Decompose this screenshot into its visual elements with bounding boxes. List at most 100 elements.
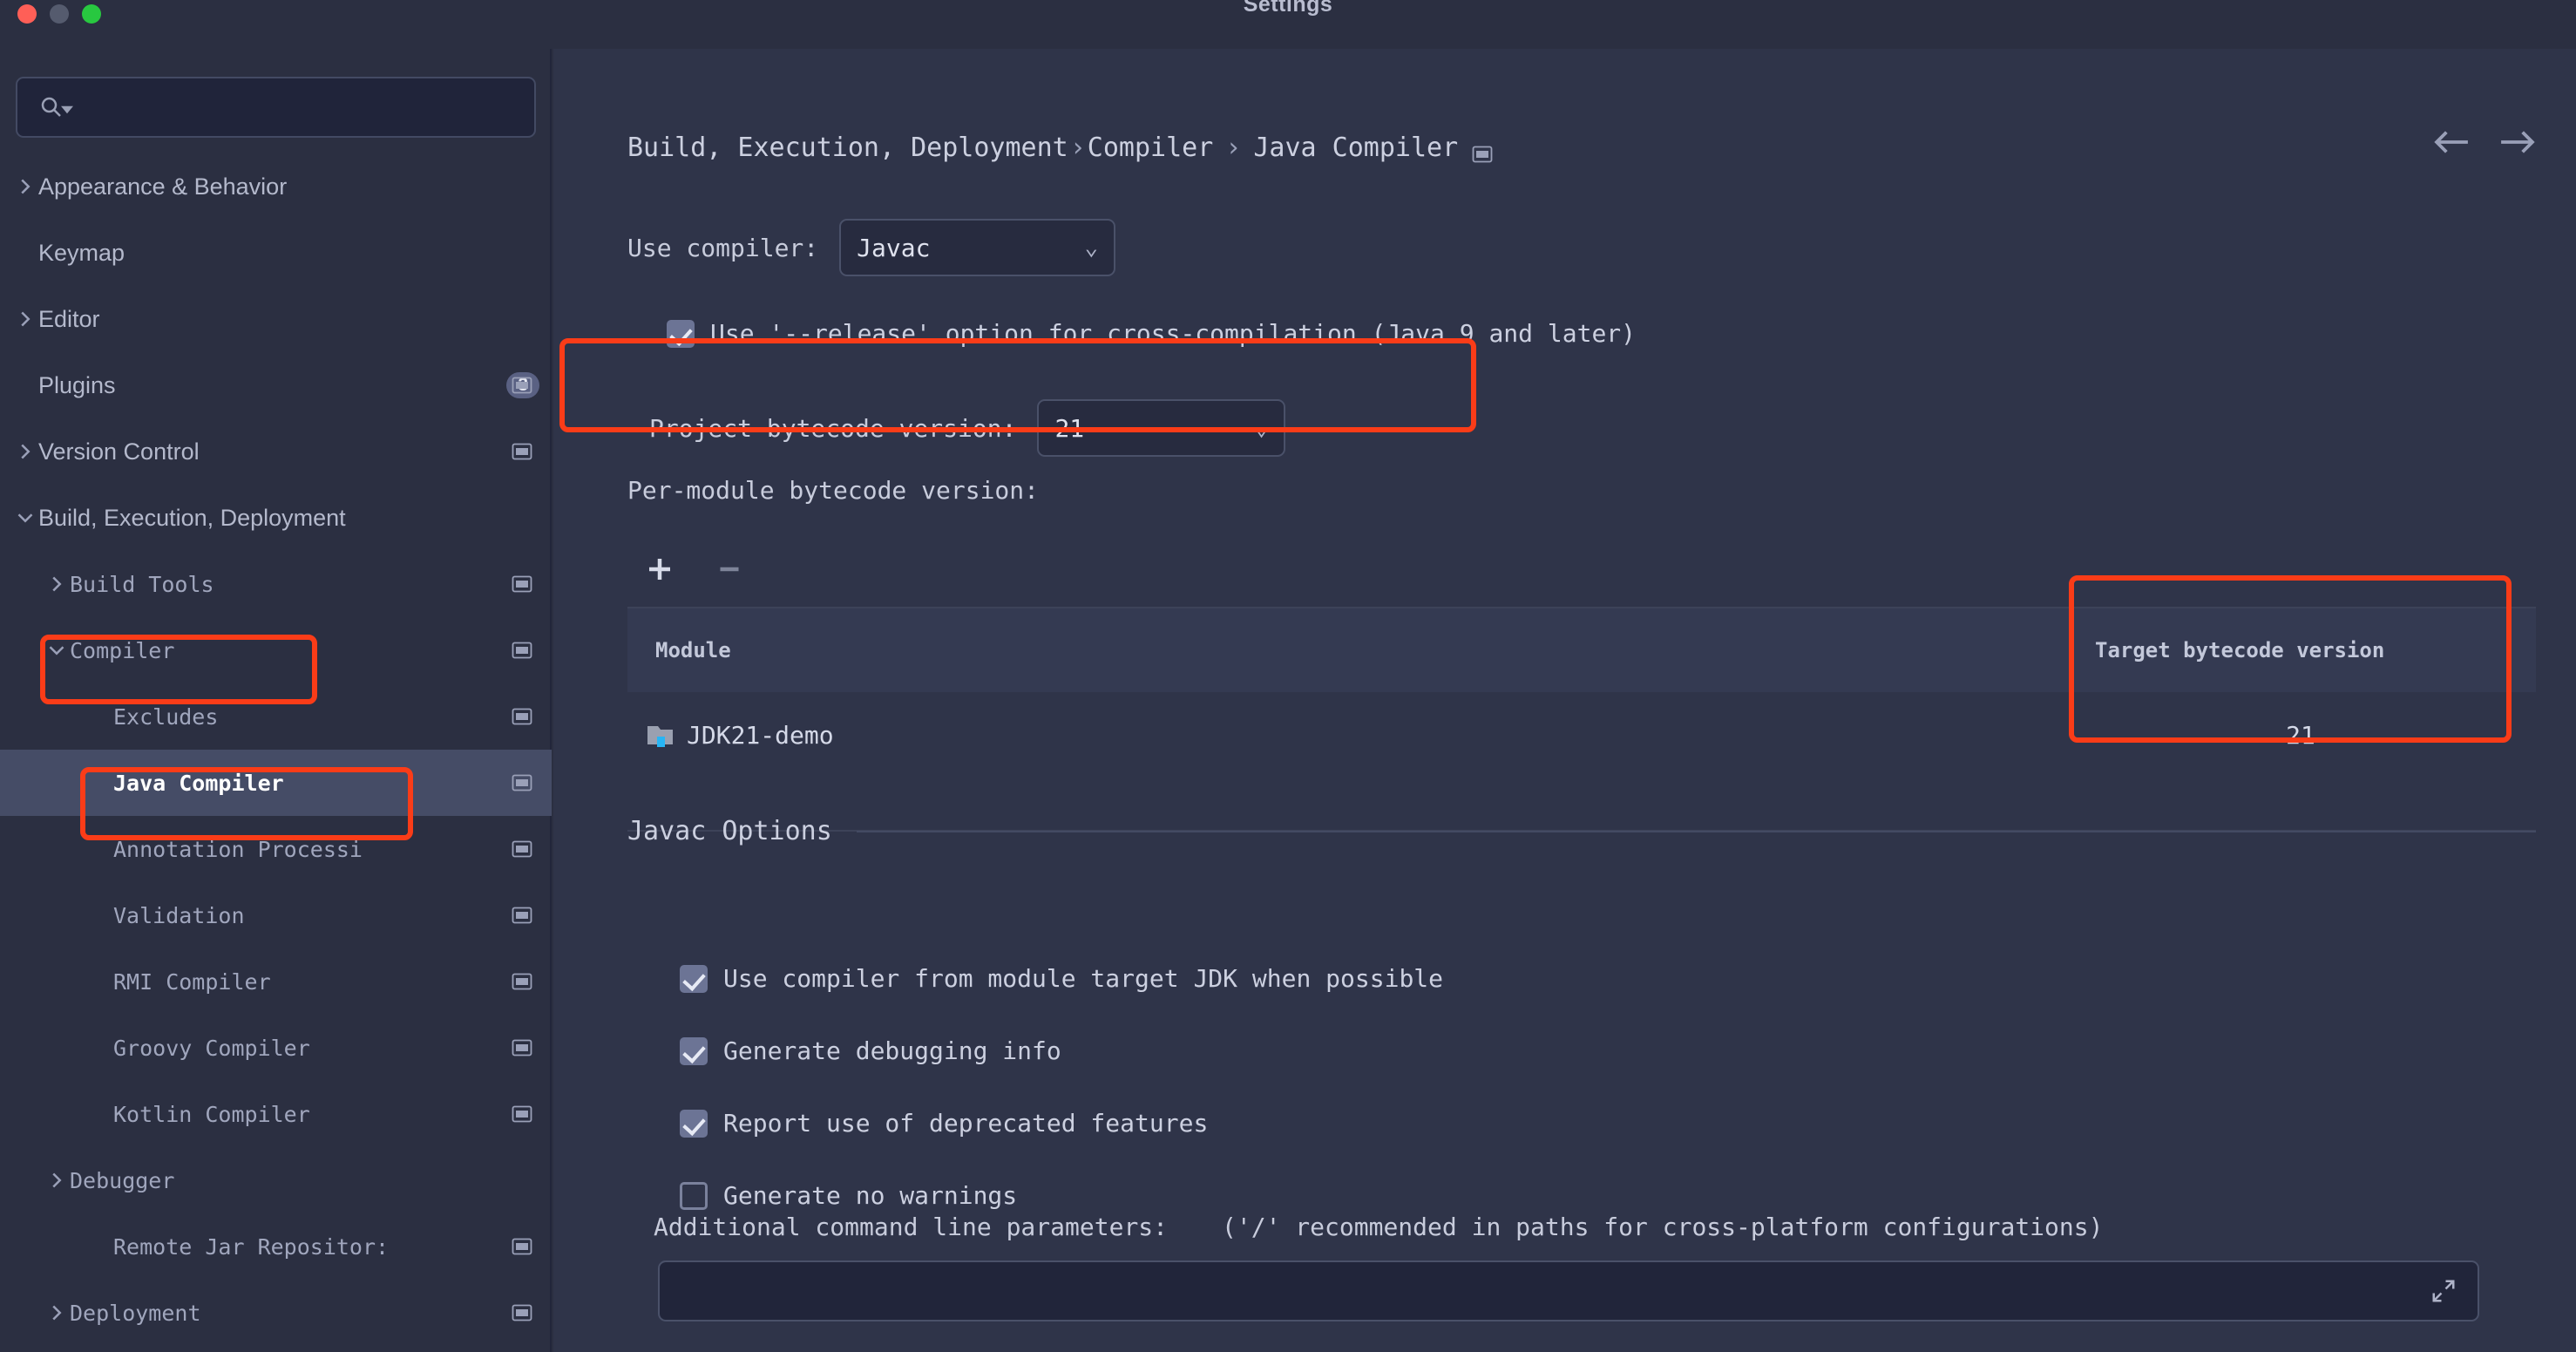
- sidebar-item-label: Groovy Compiler: [113, 1035, 310, 1061]
- title-bar: Settings: [0, 0, 2576, 49]
- project-bytecode-select[interactable]: 21 ⌄: [1037, 399, 1286, 457]
- column-header-module[interactable]: Module: [627, 638, 731, 662]
- sidebar-item-kotlin-compiler[interactable]: Kotlin Compiler: [0, 1081, 552, 1147]
- panel-icon[interactable]: [1472, 139, 1493, 162]
- chevron-right-icon[interactable]: [44, 1172, 70, 1189]
- forward-arrow-icon[interactable]: [2498, 127, 2538, 157]
- panel-icon[interactable]: [512, 907, 532, 924]
- use-compiler-value: Javac: [857, 233, 931, 262]
- javac-options-title: Javac Options: [627, 816, 832, 846]
- settings-sidebar: Appearance & Behavior Keymap Editor Plugins…: [0, 49, 552, 1352]
- table-cell-module: JDK21-demo: [687, 720, 834, 750]
- panel-icon[interactable]: [512, 840, 532, 858]
- additional-params-input[interactable]: [658, 1260, 2479, 1321]
- module-table-toolbar[interactable]: [641, 550, 749, 588]
- sidebar-item-label: Debugger: [70, 1167, 175, 1193]
- release-option-row[interactable]: Use '--release' option for cross-compila…: [667, 319, 1636, 348]
- javac-option-checkbox[interactable]: [680, 1181, 708, 1210]
- sidebar-item-label: Keymap: [38, 239, 125, 266]
- breadcrumb-part-2[interactable]: Compiler: [1088, 132, 1214, 163]
- panel-icon[interactable]: [512, 973, 532, 990]
- chevron-right-icon[interactable]: [44, 575, 70, 593]
- sidebar-item-compiler[interactable]: Compiler: [0, 617, 552, 683]
- sidebar-item-deployment[interactable]: Deployment: [0, 1280, 552, 1346]
- sidebar-item-rmi-compiler[interactable]: RMI Compiler: [0, 948, 552, 1015]
- breadcrumb[interactable]: Build, Execution, Deployment › Compiler …: [627, 132, 1493, 163]
- sidebar-item-plugins[interactable]: Plugins3: [0, 352, 552, 418]
- javac-option-label: Generate no warnings: [723, 1181, 1018, 1210]
- javac-option-label: Generate debugging info: [723, 1036, 1061, 1065]
- sidebar-item-editor[interactable]: Editor: [0, 286, 552, 352]
- search-input[interactable]: [16, 77, 536, 138]
- sidebar-item-annotation-processi[interactable]: Annotation Processi: [0, 816, 552, 882]
- sidebar-item-version-control[interactable]: Version Control: [0, 418, 552, 485]
- chevron-right-icon[interactable]: [12, 178, 38, 195]
- panel-icon[interactable]: [512, 443, 532, 460]
- javac-option-row[interactable]: Generate no warnings: [680, 1181, 1017, 1210]
- panel-icon[interactable]: [512, 575, 532, 593]
- sidebar-item-label: Version Control: [38, 438, 200, 465]
- sidebar-item-groovy-compiler[interactable]: Groovy Compiler: [0, 1015, 552, 1081]
- panel-icon[interactable]: [512, 1304, 532, 1321]
- panel-icon[interactable]: [512, 1039, 532, 1056]
- column-header-target-bytecode[interactable]: Target bytecode version: [2065, 638, 2536, 662]
- chevron-right-icon[interactable]: [44, 1304, 70, 1321]
- per-module-table[interactable]: Module Target bytecode version JDK21-dem…: [627, 607, 2536, 832]
- settings-main-pane: Build, Execution, Deployment › Compiler …: [553, 49, 2576, 1352]
- table-cell-target-bytecode[interactable]: 21: [2065, 721, 2536, 750]
- sidebar-item-appearance-behavior[interactable]: Appearance & Behavior: [0, 153, 552, 220]
- panel-icon[interactable]: [512, 1238, 532, 1255]
- use-compiler-row: Use compiler: Javac ⌄: [627, 219, 1116, 276]
- panel-icon[interactable]: [512, 377, 532, 394]
- per-module-row: Per-module bytecode version:: [627, 476, 1039, 505]
- javac-option-row[interactable]: Generate debugging info: [680, 1036, 1061, 1065]
- module-folder-icon: [647, 723, 676, 747]
- sidebar-item-label: Editor: [38, 305, 100, 332]
- panel-icon[interactable]: [512, 1105, 532, 1123]
- release-option-checkbox[interactable]: [667, 319, 695, 348]
- panel-icon[interactable]: [512, 774, 532, 791]
- chevron-down-icon: ⌄: [1084, 234, 1099, 261]
- chevron-down-icon: ⌄: [1254, 415, 1269, 441]
- back-arrow-icon[interactable]: [2431, 127, 2471, 157]
- javac-option-row[interactable]: Report use of deprecated features: [680, 1109, 1208, 1138]
- sidebar-item-keymap[interactable]: Keymap: [0, 220, 552, 286]
- use-compiler-select[interactable]: Javac ⌄: [839, 219, 1116, 276]
- release-option-label: Use '--release' option for cross-compila…: [710, 319, 1637, 348]
- chevron-down-icon[interactable]: [12, 509, 38, 527]
- breadcrumb-part-1[interactable]: Build, Execution, Deployment: [627, 132, 1068, 163]
- sidebar-item-validation[interactable]: Validation: [0, 882, 552, 948]
- table-row[interactable]: JDK21-demo 21: [627, 692, 2536, 778]
- remove-module-button[interactable]: [710, 550, 749, 588]
- chevron-right-icon[interactable]: [12, 310, 38, 328]
- breadcrumb-separator-1: ›: [1069, 132, 1086, 163]
- project-bytecode-row: Project bytecode version: 21 ⌄: [649, 399, 1286, 457]
- sidebar-item-java-compiler[interactable]: Java Compiler: [0, 750, 552, 816]
- sidebar-item-build-tools[interactable]: Build Tools: [0, 551, 552, 617]
- panel-icon[interactable]: [512, 708, 532, 725]
- javac-option-checkbox[interactable]: [680, 1036, 708, 1065]
- sidebar-item-label: Plugins: [38, 371, 116, 398]
- sidebar-item-label: Remote Jar Repositor:: [113, 1233, 390, 1260]
- sidebar-item-debugger[interactable]: Debugger: [0, 1147, 552, 1213]
- sidebar-item-excludes[interactable]: Excludes: [0, 683, 552, 750]
- chevron-right-icon[interactable]: [12, 443, 38, 460]
- javac-option-row[interactable]: Use compiler from module target JDK when…: [680, 964, 1443, 993]
- chevron-down-icon[interactable]: [44, 642, 70, 659]
- sidebar-item-remote-jar-repositor[interactable]: Remote Jar Repositor:: [0, 1213, 552, 1280]
- expand-icon[interactable]: [2430, 1278, 2457, 1304]
- history-navigation[interactable]: [2431, 127, 2538, 157]
- sidebar-item-build-execution-deployment[interactable]: Build, Execution, Deployment: [0, 485, 552, 551]
- breadcrumb-separator-2: ›: [1225, 132, 1242, 163]
- panel-icon[interactable]: [512, 642, 532, 659]
- sidebar-item-label: Deployment: [70, 1300, 201, 1326]
- javac-option-checkbox[interactable]: [680, 1109, 708, 1138]
- window-title: Settings: [1243, 0, 1333, 17]
- javac-option-checkbox[interactable]: [680, 964, 708, 993]
- add-module-button[interactable]: [641, 550, 679, 588]
- project-bytecode-label: Project bytecode version:: [649, 413, 1017, 443]
- sidebar-item-label: Appearance & Behavior: [38, 173, 288, 200]
- javac-options-section-header: Javac Options: [627, 816, 2536, 846]
- settings-nav-tree[interactable]: Appearance & Behavior Keymap Editor Plugins…: [0, 153, 552, 1346]
- sidebar-item-label: Build Tools: [70, 571, 214, 597]
